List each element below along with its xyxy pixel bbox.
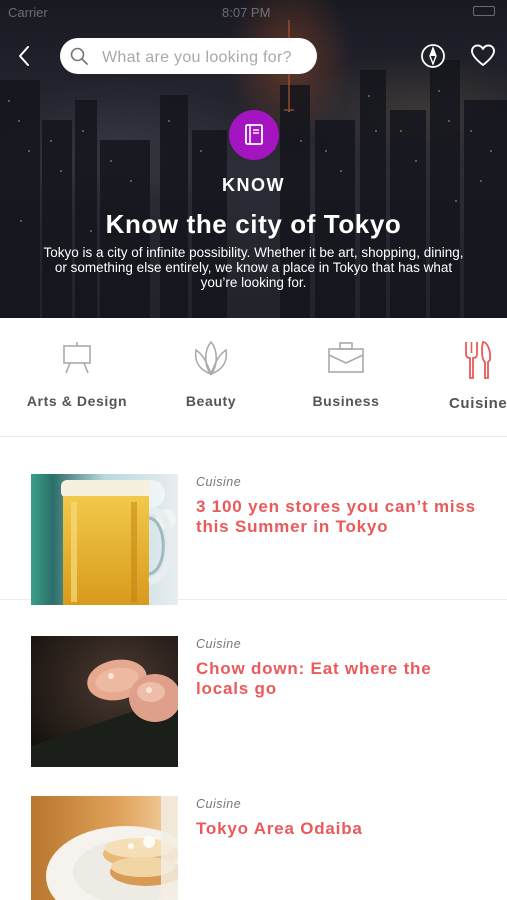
search-icon — [70, 47, 88, 65]
pancakes-photo — [31, 796, 178, 900]
category-label: Beauty — [185, 393, 237, 409]
know-section-badge — [229, 110, 279, 160]
lotus-icon — [194, 340, 228, 376]
category-bar: Arts & Design Beauty Business Cuisine — [0, 318, 507, 437]
search-bar[interactable]: What are you looking for? — [60, 38, 317, 74]
fork-knife-icon — [465, 341, 492, 379]
battery-icon — [473, 6, 495, 16]
chevron-left-icon — [19, 46, 29, 66]
status-bar: Carrier 8:07 PM — [0, 0, 507, 24]
category-label: Cuisine — [449, 395, 507, 412]
page-description: Tokyo is a city of infinite possibility.… — [43, 245, 464, 290]
category-label: Arts & Design — [26, 393, 128, 409]
category-business[interactable]: Business — [286, 318, 406, 436]
heart-icon — [471, 44, 495, 66]
article-thumbnail[interactable] — [31, 796, 178, 900]
article-card[interactable]: Cuisine Chow down: Eat where the locals … — [0, 620, 507, 782]
compass-icon — [421, 44, 445, 68]
article-title[interactable]: Chow down: Eat where the locals go — [196, 659, 486, 699]
favorites-button[interactable] — [470, 44, 496, 68]
briefcase-icon — [328, 342, 364, 373]
beer-mug-photo — [31, 474, 178, 605]
article-title[interactable]: 3 100 yen stores you can’t miss this Sum… — [196, 497, 486, 537]
easel-icon — [63, 342, 91, 374]
compass-button[interactable] — [420, 43, 446, 69]
category-beauty[interactable]: Beauty — [151, 318, 271, 436]
article-thumbnail[interactable] — [31, 474, 178, 605]
clock-label: 8:07 PM — [222, 5, 271, 20]
article-category: Cuisine — [196, 475, 242, 489]
hero-banner: Carrier 8:07 PM What are you looking for… — [0, 0, 507, 318]
sushi-photo — [31, 636, 178, 767]
page-title: Know the city of Tokyo — [105, 209, 402, 239]
article-card[interactable]: Cuisine 3 100 yen stores you can’t miss … — [0, 438, 507, 605]
article-title[interactable]: Tokyo Area Odaiba — [196, 819, 486, 839]
category-label: Business — [312, 393, 380, 409]
carrier-label: Carrier — [8, 5, 48, 20]
article-card[interactable]: Cuisine Tokyo Area Odaiba — [0, 781, 507, 900]
category-arts-design[interactable]: Arts & Design — [17, 318, 137, 436]
section-label: KNOW — [222, 175, 285, 195]
category-cuisine[interactable]: Cuisine — [417, 318, 507, 436]
back-button[interactable] — [12, 42, 38, 70]
article-thumbnail[interactable] — [31, 636, 178, 767]
article-category: Cuisine — [196, 637, 242, 651]
search-input[interactable]: What are you looking for? — [102, 49, 292, 67]
article-category: Cuisine — [196, 797, 242, 811]
book-icon — [245, 124, 263, 145]
